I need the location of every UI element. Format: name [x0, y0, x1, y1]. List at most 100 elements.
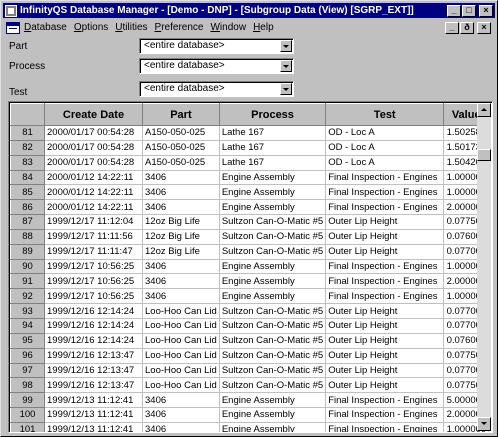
cell-process[interactable]: Lathe 167 [219, 125, 327, 141]
cell-part[interactable]: 3406 [142, 422, 220, 432]
table-row[interactable]: 82 2000/01/17 00:54:28 A150-050-025 Lathe 1… [10, 139, 490, 156]
table-row[interactable]: 81 2000/01/17 00:54:28 A150-050-025 Lathe 1… [10, 125, 490, 141]
table-row[interactable]: 94 1999/12/16 12:14:24 Loo-Hoo Can Lid Sult… [10, 317, 490, 334]
cell-create-date[interactable]: 2000/01/17 00:54:28 [44, 125, 143, 141]
table-row[interactable]: 83 2000/01/17 00:54:28 A150-050-025 Lathe 1… [10, 154, 490, 171]
table-row[interactable]: 98 1999/12/16 12:13:47 Loo-Hoo Can Lid Sult… [10, 377, 490, 394]
cell-row-number[interactable]: 84 [10, 169, 45, 186]
table-row[interactable]: 93 1999/12/16 12:14:24 Loo-Hoo Can Lid Sult… [10, 303, 490, 319]
table-row[interactable]: 91 1999/12/17 10:56:25 3406 Engine Assembly… [10, 273, 490, 290]
cell-create-date[interactable]: 1999/12/17 10:56:25 [44, 288, 143, 305]
cell-row-number[interactable]: 95 [10, 332, 45, 349]
cell-test[interactable]: Final Inspection - Engines [325, 199, 445, 216]
cell-create-date[interactable]: 2000/01/17 00:54:28 [44, 140, 143, 156]
cell-create-date[interactable]: 2000/01/12 14:22:11 [44, 184, 143, 201]
child-close-button[interactable]: × [477, 21, 491, 34]
menu-help[interactable]: Help [253, 22, 274, 33]
cell-create-date[interactable]: 2000/01/12 14:22:11 [44, 199, 143, 216]
cell-process[interactable]: Sultzon Can-O-Matic #5 [219, 348, 327, 364]
cell-process[interactable]: Sultzon Can-O-Matic #5 [219, 229, 327, 245]
cell-row-number[interactable]: 89 [10, 243, 45, 260]
cell-process[interactable]: Engine Assembly [219, 184, 327, 201]
cell-row-number[interactable]: 90 [10, 258, 45, 275]
cell-create-date[interactable]: 1999/12/16 12:14:24 [44, 333, 143, 349]
cell-test[interactable]: Final Inspection - Engines [325, 392, 445, 409]
cell-create-date[interactable]: 1999/12/17 11:12:04 [44, 214, 143, 230]
vertical-scrollbar[interactable] [477, 103, 491, 431]
title-bar[interactable]: InfinityQS Database Manager - [Demo - DN… [3, 3, 495, 18]
table-row[interactable]: 88 1999/12/17 11:11:56 12oz Big Life Sultzo… [10, 228, 490, 245]
cell-row-number[interactable]: 91 [10, 273, 45, 290]
cell-row-number[interactable]: 97 [10, 362, 45, 379]
child-minimize-button[interactable]: _ [445, 21, 459, 34]
cell-part[interactable]: A150-050-025 [142, 155, 220, 171]
table-row[interactable]: 92 1999/12/17 10:56:25 3406 Engine Assembly… [10, 288, 490, 305]
app-icon[interactable] [5, 4, 17, 17]
cell-process[interactable]: Sultzon Can-O-Matic #5 [219, 363, 327, 379]
cell-process[interactable]: Engine Assembly [219, 407, 327, 423]
cell-create-date[interactable]: 2000/01/12 14:22:11 [44, 170, 143, 186]
cell-process[interactable]: Sultzon Can-O-Matic #5 [219, 214, 327, 230]
scroll-thumb[interactable] [477, 149, 491, 161]
cell-part[interactable]: 3406 [142, 184, 220, 201]
menu-database[interactable]: Database [24, 22, 67, 33]
cell-row-number[interactable]: 93 [10, 303, 45, 319]
cell-create-date[interactable]: 1999/12/16 12:14:24 [44, 318, 143, 334]
scroll-down-icon[interactable] [477, 417, 491, 431]
cell-process[interactable]: Engine Assembly [219, 273, 327, 290]
cell-process[interactable]: Lathe 167 [219, 140, 327, 156]
menu-window[interactable]: Window [210, 22, 246, 33]
cell-part[interactable]: 12oz Big Life [142, 214, 220, 230]
cell-process[interactable]: Lathe 167 [219, 155, 327, 171]
cell-part[interactable]: Loo-Hoo Can Lid [142, 318, 220, 334]
part-dropdown[interactable]: <entire database> [139, 38, 294, 54]
cell-part[interactable]: Loo-Hoo Can Lid [142, 303, 220, 319]
column-header-test[interactable]: Test [325, 103, 445, 126]
cell-test[interactable]: Outer Lip Height [325, 303, 445, 319]
minimize-button[interactable]: _ [447, 4, 461, 17]
cell-create-date[interactable]: 1999/12/17 11:11:56 [44, 229, 143, 245]
subgroup-data-grid[interactable]: Create Date Part Process Test Value 81 2000/0… [8, 101, 493, 433]
cell-row-number[interactable]: 101 [10, 421, 45, 432]
table-row[interactable]: 99 1999/12/13 11:12:41 3406 Engine Assembly… [10, 392, 490, 409]
table-row[interactable]: 84 2000/01/12 14:22:11 3406 Engine Assembly… [10, 169, 490, 186]
maximize-button[interactable]: □ [462, 4, 476, 17]
cell-test[interactable]: Outer Lip Height [325, 244, 445, 260]
cell-create-date[interactable]: 1999/12/16 12:14:24 [44, 303, 143, 319]
child-window-icon[interactable] [6, 21, 20, 34]
cell-process[interactable]: Sultzon Can-O-Matic #5 [219, 244, 327, 260]
cell-row-number[interactable]: 83 [10, 154, 45, 171]
cell-test[interactable]: Outer Lip Height [325, 348, 445, 364]
cell-part[interactable]: 12oz Big Life [142, 244, 220, 260]
table-row[interactable]: 90 1999/12/17 10:56:25 3406 Engine Assembly… [10, 258, 490, 275]
cell-create-date[interactable]: 1999/12/13 11:12:41 [44, 407, 143, 423]
cell-create-date[interactable]: 1999/12/17 10:56:25 [44, 259, 143, 275]
table-row[interactable]: 89 1999/12/17 11:11:47 12oz Big Life Sultzo… [10, 243, 490, 260]
process-dropdown[interactable]: <entire database> [139, 58, 294, 74]
cell-create-date[interactable]: 1999/12/13 11:12:41 [44, 422, 143, 432]
cell-test[interactable]: Outer Lip Height [325, 377, 445, 394]
cell-test[interactable]: OD - Loc A [325, 140, 445, 156]
menu-preference[interactable]: Preference [155, 22, 204, 33]
table-row[interactable]: 101 1999/12/13 11:12:41 3406 Engine Assembl… [10, 421, 490, 432]
table-row[interactable]: 96 1999/12/16 12:13:47 Loo-Hoo Can Lid Sult… [10, 347, 490, 364]
column-header-process[interactable]: Process [218, 103, 327, 126]
cell-row-number[interactable]: 99 [10, 392, 45, 409]
scroll-up-icon[interactable] [477, 103, 491, 117]
cell-create-date[interactable]: 1999/12/17 10:56:25 [44, 273, 143, 290]
cell-row-number[interactable]: 82 [10, 139, 45, 156]
cell-part[interactable]: A150-050-025 [142, 140, 220, 156]
cell-part[interactable]: 3406 [142, 259, 220, 275]
cell-part[interactable]: 3406 [142, 273, 220, 290]
table-row[interactable]: 86 2000/01/12 14:22:11 3406 Engine Assembly… [10, 199, 490, 216]
cell-row-number[interactable]: 85 [10, 184, 45, 201]
cell-part[interactable]: Loo-Hoo Can Lid [142, 333, 220, 349]
column-header-create-date[interactable]: Create Date [44, 103, 143, 126]
menu-options[interactable]: Options [74, 22, 108, 33]
cell-process[interactable]: Engine Assembly [219, 288, 327, 305]
cell-part[interactable]: 3406 [142, 392, 220, 409]
cell-row-number[interactable]: 86 [10, 199, 45, 216]
cell-part[interactable]: A150-050-025 [142, 125, 220, 141]
table-row[interactable]: 97 1999/12/16 12:13:47 Loo-Hoo Can Lid Sult… [10, 362, 490, 379]
cell-process[interactable]: Engine Assembly [219, 170, 327, 186]
